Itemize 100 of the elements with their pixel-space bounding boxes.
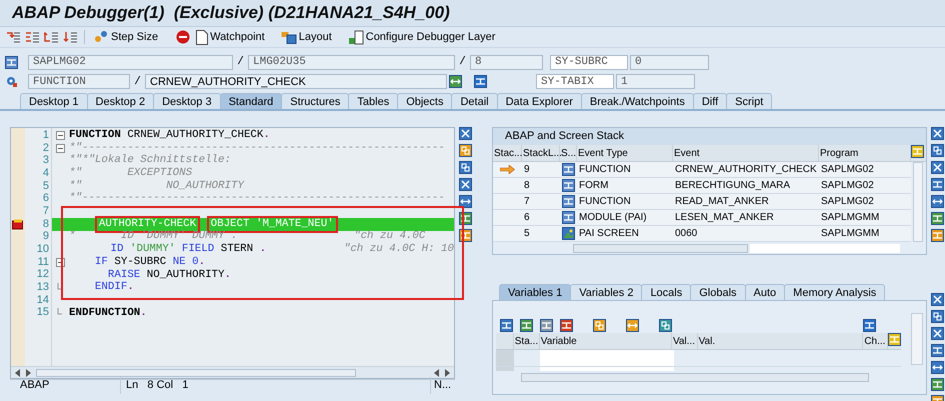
line-number: 13 xyxy=(36,282,49,294)
column-header[interactable]: Event xyxy=(673,145,819,161)
tab[interactable]: Variables 2 xyxy=(570,284,642,300)
system-field-name[interactable]: SY-TABIX xyxy=(536,74,614,90)
tab[interactable]: Break./Watchpoints xyxy=(580,93,694,109)
tab[interactable]: Diff xyxy=(692,93,728,109)
tab[interactable]: Data Explorer xyxy=(496,93,582,109)
return-icon[interactable] xyxy=(44,30,59,44)
collapse-icon[interactable] xyxy=(56,130,65,140)
column-header[interactable]: StackL... xyxy=(522,145,560,161)
table-cell-text: PAI SCREEN xyxy=(578,227,640,241)
vertical-scrollbar[interactable] xyxy=(911,313,923,365)
tab[interactable]: Detail xyxy=(451,93,498,109)
event-field[interactable]: CRNEW_AUTHORITY_CHECK xyxy=(145,74,447,90)
tab[interactable]: Variables 1 xyxy=(499,284,572,300)
tab[interactable]: Locals xyxy=(641,284,692,300)
collapse-icon[interactable] xyxy=(56,144,65,153)
system-field-name[interactable]: SY-SUBRC xyxy=(550,54,628,70)
column-header[interactable]: Stac... xyxy=(493,145,522,161)
event-type-field[interactable]: FUNCTION xyxy=(28,74,130,90)
column-header[interactable]: Event Type xyxy=(577,145,673,161)
document-icon xyxy=(196,30,208,44)
column-header[interactable]: Val... xyxy=(672,333,698,349)
stop-button[interactable] xyxy=(176,30,190,44)
tab[interactable]: Tables xyxy=(348,93,398,109)
line-number: 1 xyxy=(42,130,49,141)
column-header[interactable]: Val. xyxy=(698,333,864,349)
scrollbar-track[interactable] xyxy=(750,244,900,252)
scroll-right-icon[interactable] xyxy=(25,368,32,376)
table-row[interactable]: 7 FUNCTION READ_MAT_ANKER SAPLMG02 xyxy=(493,194,911,210)
column-header[interactable]: S... xyxy=(560,145,577,161)
table-cell-text: READ_MAT_ANKER xyxy=(674,195,770,209)
tab[interactable]: Objects xyxy=(397,93,452,109)
separator: / xyxy=(133,74,142,90)
toolbar-button[interactable]: Watchpoint xyxy=(194,28,267,46)
scroll-left-icon[interactable] xyxy=(433,368,440,376)
line-number: 15 xyxy=(36,307,49,318)
table-cell-text: FUNCTION xyxy=(578,195,632,209)
tab[interactable]: Desktop 2 xyxy=(86,93,154,109)
tab[interactable]: Standard xyxy=(220,93,282,109)
table-cell-text: MODULE (PAI) xyxy=(578,211,648,225)
scrollbar-thumb[interactable] xyxy=(573,244,748,252)
line-number: 11 xyxy=(38,256,49,268)
code-editor[interactable] xyxy=(10,127,455,379)
system-field-value[interactable]: 0 xyxy=(630,54,709,70)
scrollbar-thumb[interactable] xyxy=(521,373,869,382)
scrollbar-thumb[interactable] xyxy=(36,368,356,376)
tab[interactable]: Auto xyxy=(744,284,786,300)
stop-icon xyxy=(176,30,190,44)
code-line: IF SY-SUBRC NE 0. xyxy=(94,256,206,268)
include-field[interactable]: LMG02U35 xyxy=(248,54,455,70)
line-number: 2 xyxy=(42,142,49,154)
resize-icon[interactable] xyxy=(931,361,944,374)
table-row[interactable]: 6 MODULE (PAI) LESEN_MAT_ANKER SAPLMGMM xyxy=(493,210,911,226)
line-number: 6 xyxy=(42,193,49,204)
window-title: ABAP Debugger(1) (Exclusive) (D21HANA21_S4H_00) xyxy=(12,2,450,24)
tab[interactable]: Memory Analysis xyxy=(784,284,886,300)
vertical-scrollbar[interactable] xyxy=(913,162,923,242)
scroll-right-icon[interactable] xyxy=(444,368,451,376)
table-cell-text: CRNEW_AUTHORITY_CHECK xyxy=(674,163,818,177)
input-cell[interactable] xyxy=(540,350,674,366)
tab[interactable]: Desktop 3 xyxy=(153,93,221,109)
table-cell-text: SAPLMGMM xyxy=(820,227,880,241)
scroll-left-icon[interactable] xyxy=(14,368,21,376)
step-into-icon[interactable] xyxy=(6,30,21,44)
table-cell-text: SAPLMG02 xyxy=(820,179,875,193)
table-cell-text: SAPLMGMM xyxy=(820,211,880,225)
toolbar-button[interactable]: Layout xyxy=(278,28,334,46)
step-over-icon[interactable] xyxy=(25,30,40,44)
tab[interactable]: Globals xyxy=(690,284,746,300)
tab[interactable]: Desktop 1 xyxy=(20,93,88,109)
line-number: 7 xyxy=(42,206,49,217)
table-row[interactable]: 5 PAI SCREEN 0060 SAPLMGMM xyxy=(493,226,911,242)
program-field[interactable]: SAPLMG02 xyxy=(28,54,233,70)
column-header[interactable]: Sta... xyxy=(514,333,540,349)
status-position: Ln 8 Col 1 xyxy=(120,377,430,394)
table-cell-text: SAPLMG02 xyxy=(820,195,875,209)
tab[interactable]: Structures xyxy=(281,93,350,109)
code-line: FUNCTION CRNEW_AUTHORITY_CHECK. xyxy=(69,130,270,141)
table-cell-text: FORM xyxy=(578,179,610,193)
status-language: ABAP xyxy=(19,378,50,394)
table-cell-text: 0060 xyxy=(674,227,698,241)
resize-icon[interactable] xyxy=(458,195,472,208)
breakpoint-icon[interactable] xyxy=(12,218,24,230)
table-row[interactable]: 8 FORM BERECHTIGUNG_MARA SAPLMG02 xyxy=(493,178,911,194)
code-line: *"-------------------------------------------------------- xyxy=(69,193,445,204)
transfer-icon[interactable] xyxy=(626,318,639,332)
table-cell-text: 8 xyxy=(523,179,531,193)
navigate-icon[interactable] xyxy=(449,75,462,88)
toolbar-button[interactable]: Configure Debugger Layer xyxy=(346,28,498,46)
toolbar-button[interactable]: Step Size xyxy=(91,28,160,46)
code-line: ID 'DUMMY' FIELD STERN . "ch zu 4.0C H: 10 xyxy=(110,244,454,255)
system-field-value[interactable]: 1 xyxy=(616,74,695,90)
column-header[interactable]: Variable xyxy=(540,333,672,349)
continue-icon[interactable] xyxy=(63,30,78,44)
resize-icon[interactable] xyxy=(931,195,944,208)
layers-icon xyxy=(348,30,364,44)
separator: / xyxy=(236,55,245,70)
tab[interactable]: Script xyxy=(726,93,772,109)
line-field[interactable]: 8 xyxy=(470,54,543,70)
